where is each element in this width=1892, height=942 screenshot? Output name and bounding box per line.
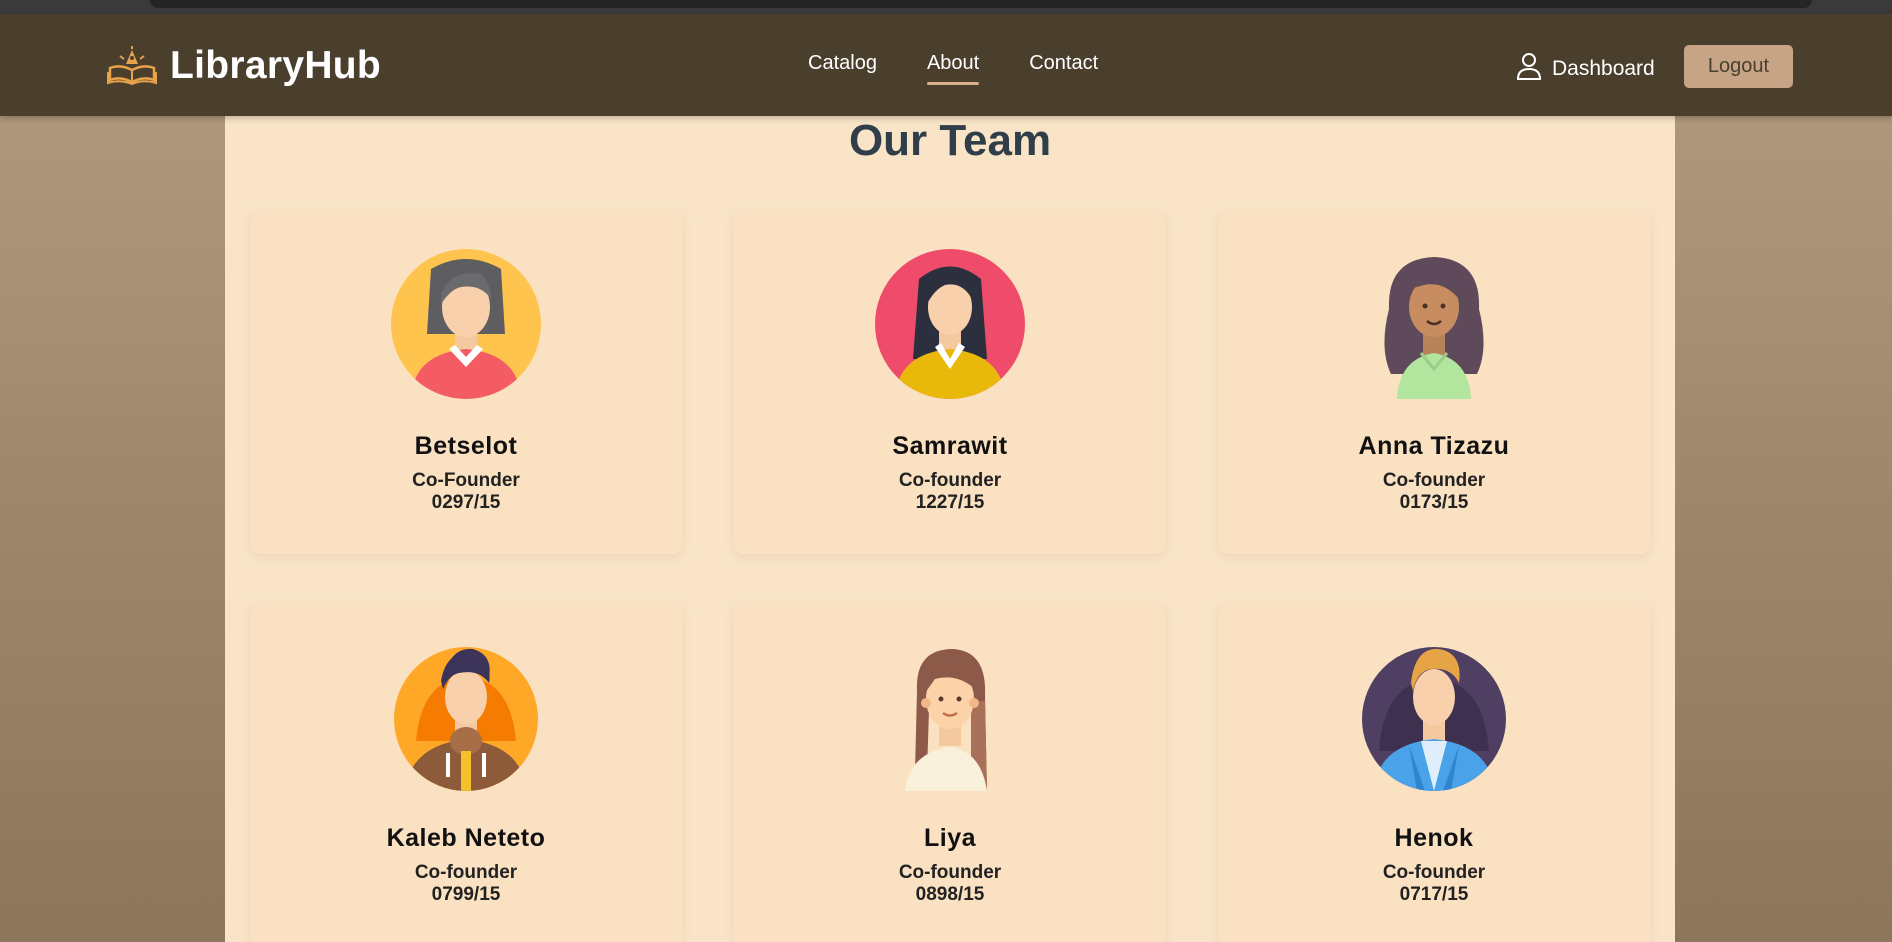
nav-contact[interactable]: Contact <box>1029 52 1098 83</box>
user-icon <box>1516 52 1542 86</box>
browser-chrome-strip <box>0 0 1892 14</box>
member-role: Co-founder <box>1382 470 1486 491</box>
member-role: Co-founder <box>898 862 1002 883</box>
man-hoodie-avatar-icon <box>391 641 541 791</box>
member-role: Co-Founder <box>412 470 520 491</box>
navbar: LibraryHub Catalog About Contact Dashboa… <box>0 14 1892 116</box>
member-name: Samrawit <box>892 432 1008 460</box>
woman-gray-hair-avatar-icon <box>391 249 541 399</box>
member-name: Kaleb Neteto <box>386 824 546 852</box>
member-name: Henok <box>1394 824 1474 852</box>
team-card-anna-tizazu: Anna Tizazu Co-founder 0173/15 <box>1218 212 1650 554</box>
team-card-liya: Liya Co-founder 0898/15 <box>734 604 1166 942</box>
team-card-kaleb-neteto: Kaleb Neteto Co-founder 0799/15 <box>250 604 682 942</box>
member-name: Anna Tizazu <box>1358 432 1510 460</box>
section-title: Our Team <box>848 116 1052 165</box>
woman-curly-hair-avatar-icon <box>1359 249 1509 399</box>
member-id: 0799/15 <box>431 884 501 905</box>
member-id: 0173/15 <box>1399 492 1469 513</box>
member-id: 0717/15 <box>1399 884 1469 905</box>
dashboard-link[interactable]: Dashboard <box>1516 52 1655 86</box>
member-id: 1227/15 <box>915 492 985 513</box>
woman-black-hair-avatar-icon <box>875 249 1025 399</box>
member-role: Co-founder <box>898 470 1002 491</box>
nav-about[interactable]: About <box>926 52 980 85</box>
team-card-samrawit: Samrawit Co-founder 1227/15 <box>734 212 1166 554</box>
team-card-henok: Henok Co-founder 0717/15 <box>1218 604 1650 942</box>
member-id: 0898/15 <box>915 884 985 905</box>
book-lamp-logo-icon <box>106 46 158 86</box>
dashboard-label: Dashboard <box>1552 57 1655 80</box>
man-blonde-avatar-icon <box>1359 641 1509 791</box>
logout-button[interactable]: Logout <box>1684 45 1793 88</box>
about-content: Our Team Betselot Co-Founder 0297/15 Sam… <box>225 116 1675 942</box>
member-role: Co-founder <box>414 862 518 883</box>
member-name: Betselot <box>414 432 518 460</box>
member-name: Liya <box>923 824 977 852</box>
main-nav: Catalog About Contact <box>808 52 1098 85</box>
team-card-betselot: Betselot Co-Founder 0297/15 <box>250 212 682 554</box>
member-id: 0297/15 <box>431 492 501 513</box>
brand[interactable]: LibraryHub <box>106 44 381 88</box>
nav-catalog[interactable]: Catalog <box>808 52 877 83</box>
member-role: Co-founder <box>1382 862 1486 883</box>
brand-name: LibraryHub <box>170 44 382 87</box>
woman-long-hair-avatar-icon <box>875 641 1025 791</box>
